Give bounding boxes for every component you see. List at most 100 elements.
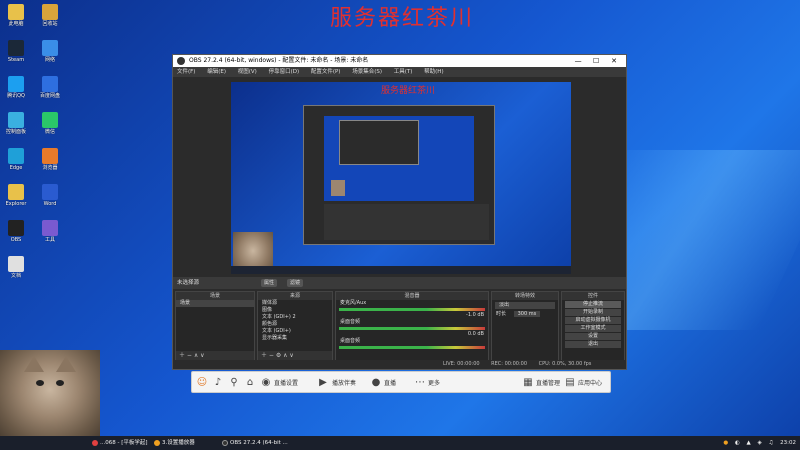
live-settings-icon[interactable]: ◉ bbox=[260, 377, 272, 389]
tray-icon[interactable]: ● bbox=[723, 440, 728, 446]
source-item[interactable]: 图像 bbox=[258, 307, 332, 314]
desktop-icon-label: 文档 bbox=[10, 273, 21, 279]
studio-mode-button[interactable]: 工作室模式 bbox=[565, 325, 621, 332]
menu-tools[interactable]: 工具(T) bbox=[394, 69, 413, 75]
desktop-icon[interactable]: Word bbox=[30, 184, 70, 207]
toolbar-item-live[interactable]: 直播 bbox=[384, 378, 396, 387]
menu-scene-collection[interactable]: 场景集合(S) bbox=[352, 69, 382, 75]
desktop-icon[interactable]: 微信 bbox=[30, 112, 70, 135]
desktop-icon-label: 浏览器 bbox=[42, 165, 58, 171]
app-icon bbox=[42, 76, 58, 92]
taskbar-item[interactable]: OBS 27.2.4 (64-bit ... bbox=[220, 436, 288, 450]
maximize-icon[interactable]: ☐ bbox=[588, 55, 604, 67]
sources-dock: 来源 媒体源 图像 文本 (GDI+) 2 颜色源 文本 (GDI+) 显示器采… bbox=[257, 291, 333, 361]
menu-profile[interactable]: 配置文件(P) bbox=[311, 69, 341, 75]
app-icon bbox=[42, 184, 58, 200]
controls-dock: 控件 停止推流 开始录制 启动虚拟摄像机 工作室模式 设置 退出 bbox=[561, 291, 625, 361]
app-icon bbox=[42, 220, 58, 236]
desktop-icon-label: 回收站 bbox=[42, 21, 58, 27]
desktop-icon[interactable]: 工具 bbox=[30, 220, 70, 243]
obs-menubar: 文件(F) 编辑(E) 视图(V) 停靠窗口(D) 配置文件(P) 场景集合(S… bbox=[173, 67, 626, 77]
duration-input[interactable]: 300 ms bbox=[513, 311, 541, 317]
play-accompaniment-icon[interactable]: ▶ bbox=[317, 377, 329, 389]
live-manage-icon[interactable]: ▦ bbox=[522, 377, 534, 389]
preview-taskbar bbox=[231, 266, 571, 274]
toolbar-item-live-manage[interactable]: 直播管理 bbox=[536, 378, 560, 387]
mixer-title: 混音器 bbox=[336, 292, 488, 300]
more-icon[interactable]: ⋯ bbox=[414, 377, 426, 389]
app-icon bbox=[154, 440, 160, 446]
close-icon[interactable]: ✕ bbox=[606, 55, 622, 67]
mixer-dock: 混音器 麦克风/Aux -1.0 dB 桌面音频 0.0 dB 桌面音频 bbox=[335, 291, 489, 361]
taskbar-item[interactable]: 3.设置播放器 bbox=[152, 436, 195, 450]
source-item[interactable]: 文本 (GDI+) bbox=[258, 328, 332, 335]
scene-item[interactable]: 场景 bbox=[176, 300, 254, 307]
obs-statusbar: LIVE: 00:00:00 REC: 00:00:00 CPU: 0.0%, … bbox=[173, 360, 626, 369]
source-item[interactable]: 媒体源 bbox=[258, 300, 332, 307]
network-icon[interactable]: ◈ bbox=[757, 440, 761, 446]
desktop-icon[interactable]: 文档 bbox=[0, 256, 36, 279]
tray-icon[interactable]: ◐ bbox=[735, 440, 740, 446]
beauty-icon[interactable]: ☺ bbox=[196, 377, 208, 389]
taskbar-item[interactable]: ...068 - [平板学起] bbox=[90, 436, 148, 450]
speaker-icon[interactable]: ♪ bbox=[212, 377, 224, 389]
clock[interactable]: 23:02 bbox=[780, 440, 796, 446]
mixer-track-label: 桌面音频 bbox=[340, 319, 361, 325]
app-icon bbox=[42, 4, 58, 20]
obs-preview[interactable]: 服务器红茶川 bbox=[231, 82, 571, 274]
app-center-icon[interactable]: ▤ bbox=[564, 377, 576, 389]
tray-icon[interactable]: ▲ bbox=[746, 440, 750, 446]
menu-docks[interactable]: 停靠窗口(D) bbox=[269, 69, 300, 75]
desktop-icon[interactable]: 网络 bbox=[30, 40, 70, 63]
taskbar-item-label: 3.设置播放器 bbox=[162, 440, 195, 446]
live-toolbar: ☺ ♪ ⚲ ⌂ ◉ 直播设置 ▶ 播放伴奏 ● 直播 ⋯ 更多 ▦ 直播管理 ▤… bbox=[191, 371, 611, 393]
live-icon[interactable]: ● bbox=[370, 377, 382, 389]
desktop-icon[interactable]: 浏览器 bbox=[30, 148, 70, 171]
app-icon bbox=[222, 440, 228, 446]
obs-title: OBS 27.2.4 (64-bit, windows) - 配置文件: 未命名… bbox=[189, 57, 369, 64]
sources-footer: ＋ − ⚙ ∧ ∨ bbox=[258, 351, 332, 360]
desktop-icon-label: 工具 bbox=[44, 237, 55, 243]
stop-streaming-button[interactable]: 停止推流 bbox=[565, 301, 621, 308]
app-icon bbox=[8, 220, 24, 236]
filters-button[interactable]: 滤镜 bbox=[287, 279, 304, 287]
microphone-icon[interactable]: ⚲ bbox=[228, 377, 240, 389]
start-virtual-camera-button[interactable]: 启动虚拟摄像机 bbox=[565, 317, 621, 324]
obs-window[interactable]: OBS 27.2.4 (64-bit, windows) - 配置文件: 未命名… bbox=[172, 54, 627, 370]
headphone-icon[interactable]: ⌂ bbox=[244, 377, 256, 389]
toolbar-item-more[interactable]: 更多 bbox=[428, 378, 440, 387]
obs-titlebar[interactable]: OBS 27.2.4 (64-bit, windows) - 配置文件: 未命名… bbox=[173, 55, 626, 67]
scenes-dock: 场景 场景 ＋ − ∧ ∨ bbox=[175, 291, 255, 361]
mixer-track-db: 0.0 dB bbox=[467, 331, 484, 337]
app-icon bbox=[8, 76, 24, 92]
exit-button[interactable]: 退出 bbox=[565, 341, 621, 348]
app-icon bbox=[8, 112, 24, 128]
mixer-track-label: 麦克风/Aux bbox=[340, 300, 367, 306]
toolbar-item-accompaniment[interactable]: 播放伴奏 bbox=[332, 378, 356, 387]
source-item[interactable]: 文本 (GDI+) 2 bbox=[258, 314, 332, 321]
system-tray: ● ◐ ▲ ◈ ♫ 23:02 bbox=[718, 436, 796, 450]
source-item[interactable]: 显示器采集 bbox=[258, 335, 332, 342]
start-recording-button[interactable]: 开始录制 bbox=[565, 309, 621, 316]
properties-button[interactable]: 属性 bbox=[261, 279, 278, 287]
desktop-icon-label: 网络 bbox=[44, 57, 55, 63]
menu-help[interactable]: 帮助(H) bbox=[424, 69, 443, 75]
volume-icon[interactable]: ♫ bbox=[768, 440, 773, 446]
transitions-dock: 转场特效 淡出 时长 300 ms bbox=[491, 291, 559, 361]
settings-button[interactable]: 设置 bbox=[565, 333, 621, 340]
menu-file[interactable]: 文件(F) bbox=[177, 69, 195, 75]
scenes-footer: ＋ − ∧ ∨ bbox=[176, 351, 254, 360]
desktop-icon[interactable]: 回收站 bbox=[30, 4, 70, 27]
source-item[interactable]: 颜色源 bbox=[258, 321, 332, 328]
toolbar-item-app-center[interactable]: 应用中心 bbox=[578, 378, 602, 387]
preview-banner: 服务器红茶川 bbox=[381, 86, 436, 96]
desktop-icon[interactable]: 百度网盘 bbox=[30, 76, 70, 99]
menu-view[interactable]: 视图(V) bbox=[238, 69, 257, 75]
transition-select[interactable]: 淡出 bbox=[495, 302, 555, 309]
mixer-meter bbox=[339, 327, 485, 330]
webcam-cat-image bbox=[0, 350, 100, 438]
minimize-icon[interactable]: — bbox=[570, 55, 586, 67]
app-icon bbox=[42, 148, 58, 164]
menu-edit[interactable]: 编辑(E) bbox=[207, 69, 226, 75]
toolbar-item-live-settings[interactable]: 直播设置 bbox=[274, 378, 298, 387]
